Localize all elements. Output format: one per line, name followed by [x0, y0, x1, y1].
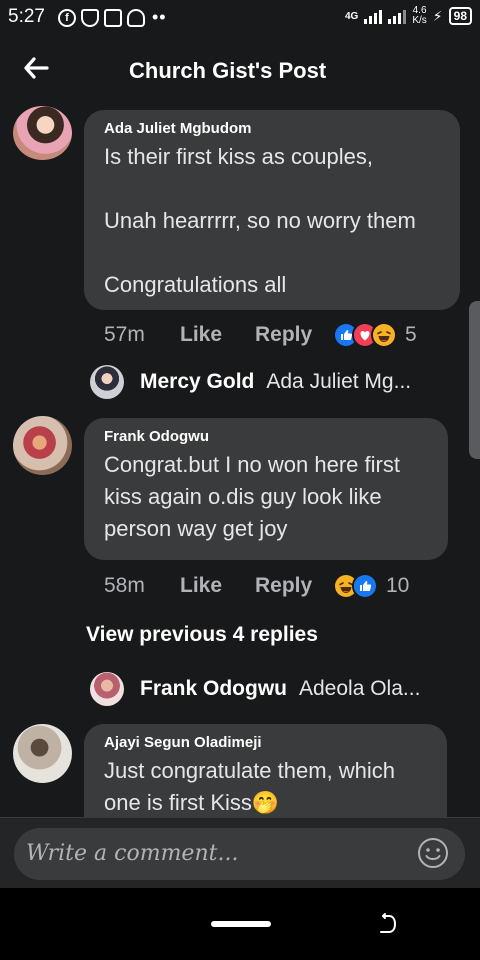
reply-button[interactable]: Reply: [255, 574, 333, 598]
network-type: 4G: [345, 10, 359, 22]
like-button[interactable]: Like: [180, 574, 255, 598]
like-reaction-icon: [352, 573, 378, 599]
reply-button[interactable]: Reply: [255, 323, 333, 347]
scrollbar[interactable]: [469, 301, 480, 459]
status-time: 5:27: [8, 6, 45, 27]
view-previous-replies-link[interactable]: View previous 4 replies: [86, 623, 318, 647]
comment-text: Is their first kiss as couples, Unah hea…: [104, 144, 416, 297]
facebook-icon: f: [58, 8, 76, 27]
emoji-icon[interactable]: [417, 837, 449, 869]
comments-feed[interactable]: Ada Juliet Mgbudom Is their first kiss a…: [0, 106, 480, 817]
comment-text: Congrat.but I no won here first kiss aga…: [104, 452, 400, 541]
comment-author[interactable]: Ajayi Segun Oladimeji: [104, 734, 427, 751]
haha-reaction-icon: [371, 322, 397, 348]
charging-icon: ⚡: [432, 7, 443, 24]
cloud-upload-icon: [127, 8, 145, 27]
comment-time: 58m: [104, 574, 145, 597]
reaction-count[interactable]: 5: [405, 323, 417, 347]
avatar: [90, 365, 124, 399]
network-speed: 4.6 K/s: [412, 5, 427, 26]
back-arrow-icon[interactable]: [22, 54, 50, 82]
reply-author: Frank Odogwu: [140, 677, 287, 700]
app-header: Church Gist's Post: [0, 34, 480, 106]
reaction-summary[interactable]: [333, 573, 378, 599]
status-bar: 5:27 f •• 4G 4.6 K/s ⚡ 98: [0, 0, 480, 34]
back-gesture-icon[interactable]: [375, 912, 399, 936]
avatar[interactable]: [13, 106, 72, 160]
page-title: Church Gist's Post: [129, 58, 327, 83]
reply-preview[interactable]: Mercy Gold Ada Juliet Mg...: [90, 365, 411, 399]
battery-level: 98: [448, 7, 472, 25]
notification-icons: f ••: [58, 7, 167, 28]
comment-placeholder: Write a comment...: [26, 841, 239, 866]
comment-author[interactable]: Frank Odogwu: [104, 428, 428, 445]
system-nav-bar: [0, 888, 480, 960]
reaction-count[interactable]: 10: [386, 574, 409, 598]
like-button[interactable]: Like: [180, 323, 255, 347]
comment-text: Just congratulate them, which one is fir…: [104, 758, 396, 815]
reaction-summary[interactable]: [333, 322, 397, 348]
comment-bubble: Ajayi Segun Oladimeji Just congratulate …: [84, 724, 447, 817]
document-icon: [104, 8, 122, 27]
more-notifications-icon: ••: [152, 7, 167, 27]
comment-bubble: Frank Odogwu Congrat.but I no won here f…: [84, 418, 448, 560]
comment-bubble: Ada Juliet Mgbudom Is their first kiss a…: [84, 110, 460, 310]
comment-input[interactable]: Write a comment...: [14, 828, 465, 880]
comment-time: 57m: [104, 323, 145, 346]
avatar: [90, 672, 124, 706]
signal-icon: [364, 8, 383, 24]
reply-author: Mercy Gold: [140, 370, 255, 393]
shield-icon: [81, 8, 99, 27]
comment-actions: 58m Like Reply 10: [104, 573, 409, 599]
reply-text: Ada Juliet Mg...: [266, 370, 412, 393]
avatar[interactable]: [13, 724, 72, 783]
reply-preview[interactable]: Frank Odogwu Adeola Ola...: [90, 672, 420, 706]
signal-icon-2: [388, 8, 407, 24]
comment-actions: 57m Like Reply 5: [104, 322, 417, 348]
home-gesture-bar[interactable]: [211, 921, 271, 927]
avatar[interactable]: [13, 416, 72, 475]
comment-composer: Write a comment...: [0, 817, 480, 888]
reply-text: Adeola Ola...: [299, 677, 421, 700]
comment-author[interactable]: Ada Juliet Mgbudom: [104, 120, 440, 137]
